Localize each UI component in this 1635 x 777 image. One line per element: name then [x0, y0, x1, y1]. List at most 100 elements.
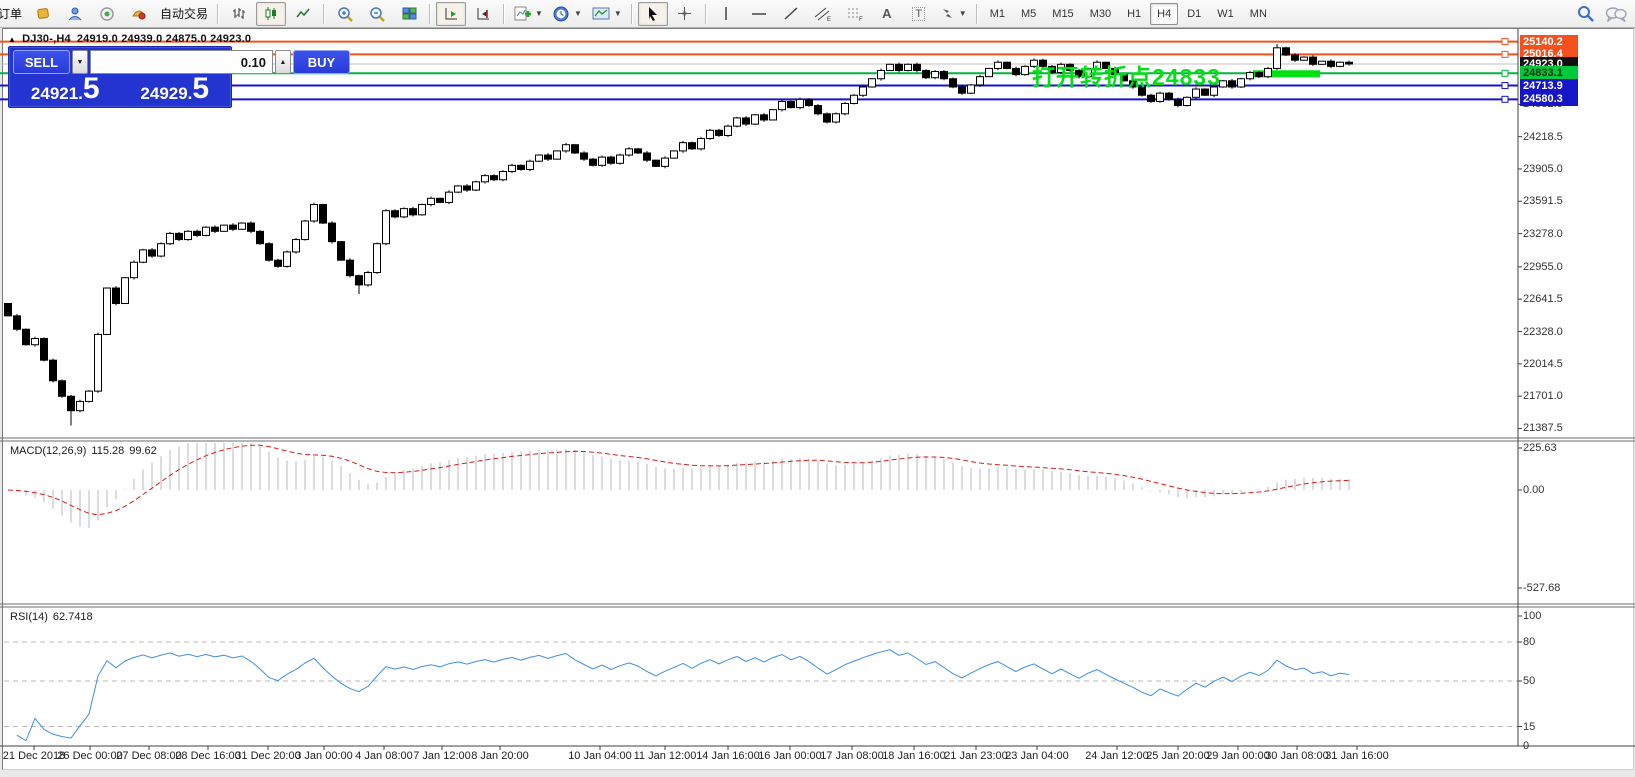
rsi-axis-label: 50: [1523, 675, 1535, 687]
line-chart-button[interactable]: [288, 2, 318, 26]
symbol-marker-icon: ▲: [8, 35, 16, 44]
sell-price-pips: 5: [83, 74, 100, 104]
search-icon[interactable]: [1577, 5, 1595, 23]
price-axis-tick-label: 22014.5: [1523, 358, 1563, 370]
chart-shift-button[interactable]: [468, 2, 498, 26]
text-tool-icon: A: [882, 6, 891, 21]
period-button-M5[interactable]: M5: [1014, 3, 1043, 25]
volume-decrease-button[interactable]: ▼: [72, 50, 88, 74]
hat-icon: [131, 6, 148, 21]
chart-annotation-text[interactable]: 打开转折点24833: [1032, 58, 1221, 92]
chat-icon[interactable]: [1605, 6, 1627, 22]
sell-price[interactable]: 24921.5: [13, 77, 118, 104]
zoom-in-button[interactable]: [330, 2, 360, 26]
rsi-axis-label: 15: [1523, 721, 1535, 733]
channel-tool-button[interactable]: E: [808, 2, 838, 26]
period-button-D1[interactable]: D1: [1180, 3, 1208, 25]
chart-ohlc-values: 24919.0 24939.0 24875.0 24923.0: [77, 33, 251, 45]
label-tool-icon: T: [912, 7, 925, 21]
dropdown-caret-icon: ▼: [535, 9, 543, 18]
chart-title: ▲ DJ30-,H4 24919.0 24939.0 24875.0 24923…: [8, 33, 251, 45]
chart-window[interactable]: [2, 28, 1634, 770]
buy-button[interactable]: BUY: [293, 50, 350, 74]
period-button-H4[interactable]: H4: [1150, 3, 1178, 25]
rsi-axis-label: 80: [1523, 636, 1535, 648]
horizontal-line-tool-button[interactable]: [744, 2, 774, 26]
price-level-chip: 24713.9: [1520, 79, 1578, 93]
x-axis-label: 7 Jan 12:00: [413, 750, 471, 762]
one-click-trade-panel: SELL ▼ ▲ BUY 24921.5 24929.5: [8, 46, 232, 108]
macd-name: MACD(12,26,9): [10, 445, 86, 457]
rsi-indicator-label: RSI(14) 62.7418: [10, 611, 93, 623]
bar-chart-button[interactable]: [224, 2, 254, 26]
autotrading-button[interactable]: 自动交易: [156, 2, 212, 26]
cursor-tool-button[interactable]: [638, 2, 668, 26]
trendline-tool-button[interactable]: [776, 2, 806, 26]
price-axis-tick-label: 22328.0: [1523, 326, 1563, 338]
period-button-H1[interactable]: H1: [1120, 3, 1148, 25]
x-axis-label: 11 Jan 12:00: [634, 750, 697, 762]
timeframe-button-group: M1M5M15M30H1H4D1W1MN: [982, 3, 1275, 25]
bar-chart-icon: [231, 6, 247, 21]
indicators-button[interactable]: ▼: [510, 2, 547, 26]
main-toolbar: 订单 自动交易 ▼ ▼: [0, 0, 1635, 28]
x-axis-label: 31 Dec 20:00: [235, 750, 300, 762]
market-button[interactable]: [124, 2, 154, 26]
period-button-M30[interactable]: M30: [1083, 3, 1118, 25]
add-indicator-icon: [514, 6, 531, 22]
buy-price[interactable]: 24929.5: [123, 77, 228, 104]
toolbar-separator: [503, 4, 505, 24]
gold-pouch-icon: [35, 6, 52, 21]
zoom-in-icon: [337, 6, 354, 22]
clock-icon: [553, 6, 570, 22]
volume-input[interactable]: [90, 50, 273, 74]
x-axis-label: 16 Jan 00:00: [758, 750, 822, 762]
macd-axis-label: 225.63: [1523, 442, 1557, 454]
arrows-tool-button[interactable]: ▼: [936, 2, 971, 26]
text-tool-button[interactable]: A: [872, 2, 902, 26]
toolbar-right-group: [1577, 5, 1627, 23]
accounts-button[interactable]: [60, 2, 90, 26]
fibonacci-tool-button[interactable]: F: [840, 2, 870, 26]
user-icon: [67, 6, 84, 21]
toolbar-separator: [976, 4, 978, 24]
x-axis-label: 28 Dec 16:00: [175, 750, 240, 762]
macd-indicator-label: MACD(12,26,9) 115.28 99.62: [10, 445, 157, 457]
periods-button[interactable]: ▼: [549, 2, 586, 26]
candlestick-chart-button[interactable]: [256, 2, 286, 26]
macd-axis-label: 0.00: [1523, 484, 1544, 496]
cursor-icon: [645, 6, 660, 21]
x-axis-label: 29 Jan 00:00: [1206, 750, 1270, 762]
sell-button[interactable]: SELL: [13, 50, 70, 74]
dropdown-caret-icon: ▼: [614, 9, 622, 18]
crosshair-tool-button[interactable]: [670, 2, 700, 26]
buy-price-main: 24929.: [140, 85, 192, 104]
line-chart-icon: [295, 6, 311, 21]
price-axis-tick-label: 23905.0: [1523, 163, 1563, 175]
market-watch-button[interactable]: [28, 2, 58, 26]
label-tool-button[interactable]: T: [904, 2, 934, 26]
signals-button[interactable]: [92, 2, 122, 26]
rsi-value: 62.7418: [53, 611, 93, 623]
zoom-out-button[interactable]: [362, 2, 392, 26]
tile-windows-button[interactable]: [394, 2, 424, 26]
volume-increase-button[interactable]: ▲: [275, 50, 291, 74]
period-button-M1[interactable]: M1: [983, 3, 1012, 25]
x-axis-label: 4 Jan 08:00: [355, 750, 413, 762]
arrows-icon: [940, 6, 955, 21]
broadcast-icon: [99, 6, 116, 21]
toolbar-separator: [705, 4, 707, 24]
period-button-MN[interactable]: MN: [1243, 3, 1274, 25]
period-button-M15[interactable]: M15: [1045, 3, 1080, 25]
trendline-icon: [783, 6, 799, 21]
vertical-line-tool-button[interactable]: [712, 2, 742, 26]
tile-windows-icon: [401, 6, 418, 21]
macd-main-value: 115.28: [91, 445, 124, 457]
dropdown-caret-icon: ▼: [959, 9, 967, 18]
auto-scroll-button[interactable]: [436, 2, 466, 26]
crosshair-icon: [677, 6, 692, 21]
period-button-W1[interactable]: W1: [1210, 3, 1241, 25]
templates-button[interactable]: ▼: [588, 2, 626, 26]
new-order-button[interactable]: 订单: [0, 2, 26, 26]
price-axis-tick-label: 22641.5: [1523, 293, 1563, 305]
